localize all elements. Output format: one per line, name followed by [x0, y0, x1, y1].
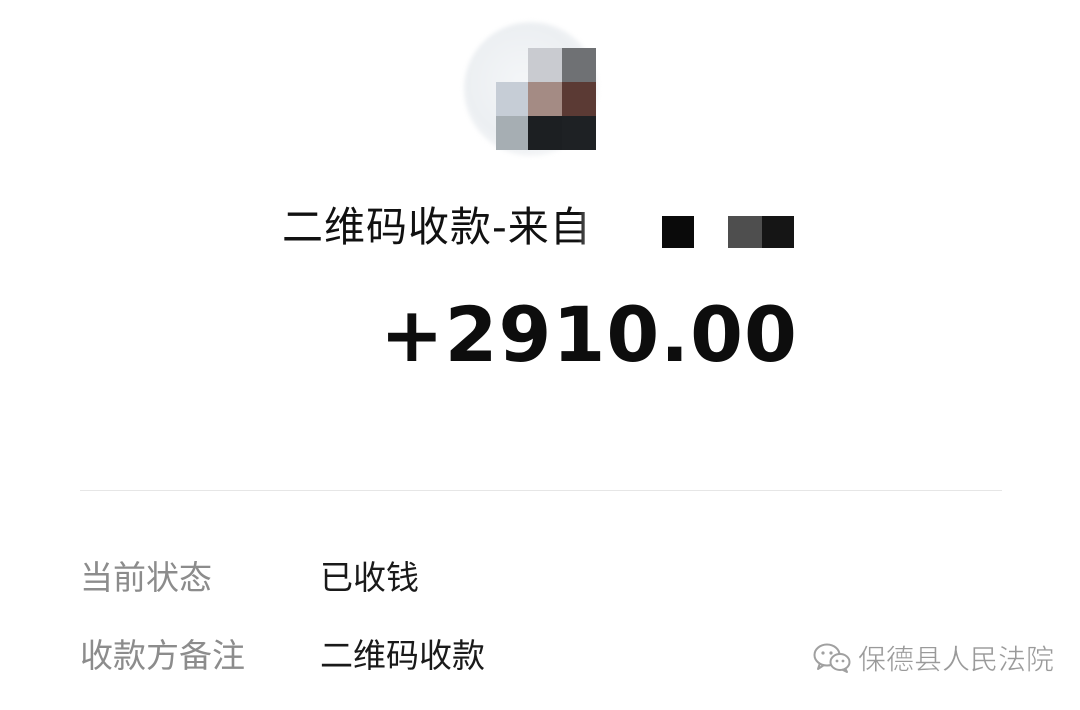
avatar-pixel: [496, 116, 530, 150]
payee-note-value: 二维码收款: [320, 636, 485, 675]
redacted-name-block: [728, 216, 762, 248]
watermark-text: 保德县人民法院: [858, 643, 1055, 677]
redacted-name-block: [762, 216, 794, 248]
redaction-fade: [578, 204, 628, 252]
divider: [80, 490, 1002, 491]
avatar-pixel: [528, 48, 562, 82]
status-label: 当前状态: [80, 558, 212, 597]
transaction-title: 二维码收款-来自: [282, 203, 592, 251]
avatar-pixel: [562, 48, 596, 82]
payer-avatar: [462, 22, 602, 158]
status-value: 已收钱: [320, 558, 419, 597]
avatar-pixel: [562, 116, 596, 150]
avatar-pixel: [496, 82, 530, 116]
transaction-amount: +2910.00: [380, 290, 798, 379]
payee-note-label: 收款方备注: [80, 636, 245, 675]
wechat-icon: [812, 641, 852, 679]
avatar-pixel: [528, 116, 562, 150]
avatar-pixel: [562, 82, 596, 116]
avatar-pixel: [528, 82, 562, 116]
watermark: 保德县人民法院: [812, 640, 1054, 680]
redacted-name-block: [662, 216, 694, 248]
